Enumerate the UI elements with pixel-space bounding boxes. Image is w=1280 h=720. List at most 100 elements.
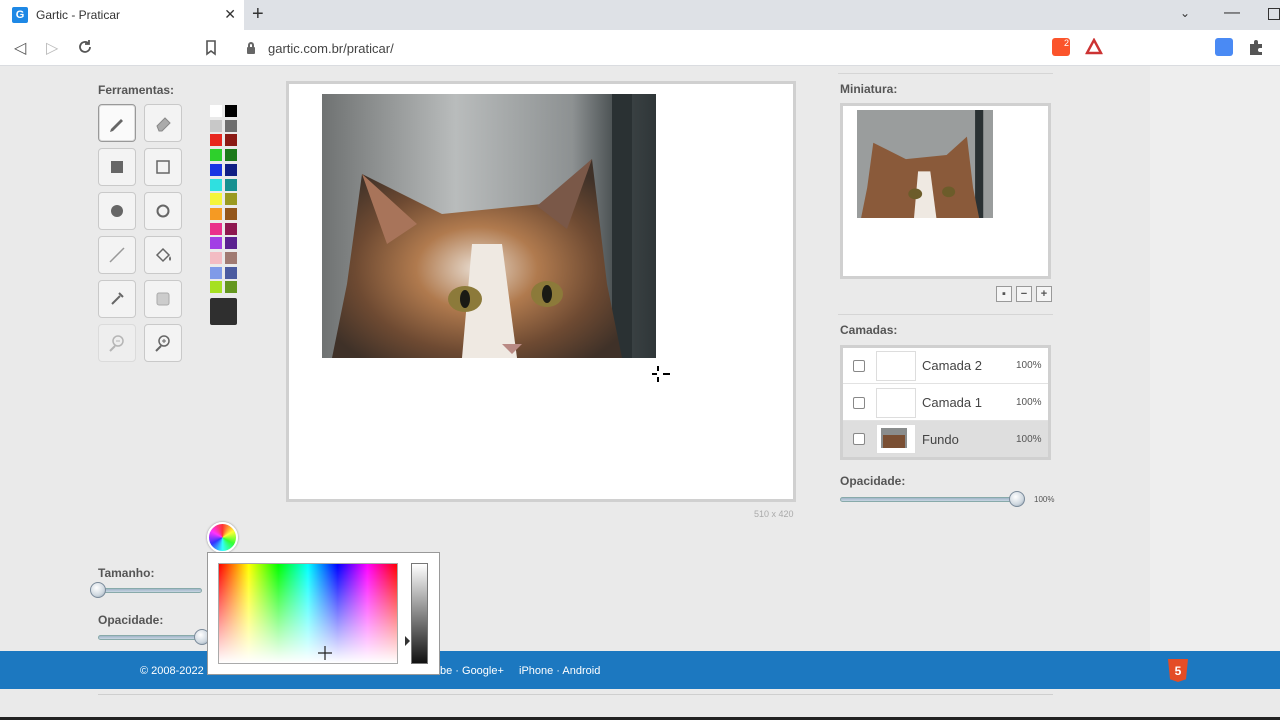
line-icon xyxy=(109,247,125,263)
picker-crosshair-icon xyxy=(318,646,332,660)
eyedropper-tool[interactable] xyxy=(98,280,136,318)
drawing-canvas[interactable] xyxy=(286,81,796,502)
line-tool[interactable] xyxy=(98,236,136,274)
gartic-page: Ferramentas: 510 x 420 Miniatura: ▪ − + … xyxy=(0,66,1280,720)
color-picker-popup xyxy=(207,552,440,675)
palette-swatch[interactable] xyxy=(225,149,237,162)
palette-swatch[interactable] xyxy=(210,163,222,176)
back-icon[interactable]: ◁ xyxy=(14,38,26,58)
palette-swatch[interactable] xyxy=(210,134,222,147)
palette-swatch[interactable] xyxy=(210,105,222,117)
color-wheel-button[interactable] xyxy=(207,522,238,553)
lock-icon xyxy=(246,42,256,54)
pencil-icon xyxy=(110,119,123,132)
brave-shields-icon[interactable]: 2 xyxy=(1052,38,1070,56)
palette-swatch[interactable] xyxy=(225,163,237,176)
pencil-tool[interactable] xyxy=(98,104,136,142)
layer-row[interactable]: Fundo 100% xyxy=(843,421,1048,457)
miniature-heading: Miniatura: xyxy=(840,82,898,96)
layer-opacity-slider[interactable] xyxy=(840,497,1020,502)
translate-icon[interactable] xyxy=(1215,38,1233,56)
palette-swatch[interactable] xyxy=(210,149,222,162)
palette-swatch[interactable] xyxy=(225,134,237,147)
palette-swatch[interactable] xyxy=(225,266,237,279)
palette-swatch[interactable] xyxy=(210,252,222,264)
layer-opacity: 100% xyxy=(1016,397,1042,408)
palette-swatch[interactable] xyxy=(225,281,237,294)
stamp-tool[interactable] xyxy=(144,280,182,318)
canvas-size-label: 510 x 420 xyxy=(754,509,794,519)
palette-swatch[interactable] xyxy=(210,178,222,191)
palette-swatch[interactable] xyxy=(225,222,237,235)
brush-size-slider-knob[interactable] xyxy=(90,582,106,598)
forward-icon[interactable]: ▷ xyxy=(46,38,58,58)
palette-swatch[interactable] xyxy=(210,281,222,294)
zoom-plus-button[interactable]: + xyxy=(1036,286,1052,302)
brave-rewards-icon[interactable] xyxy=(1085,38,1103,56)
layer-row[interactable]: Camada 2 100% xyxy=(843,348,1048,384)
palette-swatch[interactable] xyxy=(225,252,237,264)
address-bar[interactable]: gartic.com.br/praticar/ xyxy=(236,34,1110,62)
new-tab-icon[interactable]: + xyxy=(252,3,264,26)
palette-swatch[interactable] xyxy=(225,105,237,117)
layers-heading: Camadas: xyxy=(840,323,898,337)
layer-name: Camada 1 xyxy=(922,395,982,410)
square-outline-icon xyxy=(156,160,170,174)
reload-icon[interactable] xyxy=(77,39,93,55)
url-text: gartic.com.br/praticar/ xyxy=(268,40,394,56)
zoom-in-tool[interactable] xyxy=(144,324,182,362)
palette-swatch[interactable] xyxy=(210,266,222,279)
zoom-out-tool[interactable] xyxy=(98,324,136,362)
palette-swatch[interactable] xyxy=(210,207,222,220)
brush-size-slider[interactable] xyxy=(98,588,202,593)
miniature-cat-photo xyxy=(857,110,993,218)
hue-saturation-field[interactable] xyxy=(218,563,398,664)
fill-bucket-tool[interactable] xyxy=(144,236,182,274)
current-color-swatch[interactable] xyxy=(210,298,237,325)
bookmark-icon[interactable] xyxy=(205,40,217,56)
tab-search-chevron-icon[interactable]: ⌄ xyxy=(1180,6,1190,20)
brush-opacity-label: Opacidade: xyxy=(98,613,164,627)
browser-tab[interactable]: G Gartic - Praticar ✕ xyxy=(0,0,244,30)
brightness-pointer-icon xyxy=(405,636,410,646)
filled-ellipse-tool[interactable] xyxy=(98,192,136,230)
zoom-minus-button[interactable]: − xyxy=(1016,286,1032,302)
footer-app-links[interactable]: iPhone · Android xyxy=(519,665,600,677)
rectangle-outline-tool[interactable] xyxy=(144,148,182,186)
eraser-icon xyxy=(156,117,171,132)
footer: © 2008-2022 be · Google+ iPhone · Androi… xyxy=(0,651,1280,689)
layer-opacity-slider-knob[interactable] xyxy=(1009,491,1025,507)
page-right-panel xyxy=(1150,66,1280,651)
layer-visibility-checkbox[interactable] xyxy=(853,433,865,445)
palette-swatch[interactable] xyxy=(210,222,222,235)
filled-square-icon xyxy=(111,161,123,173)
palette-swatch[interactable] xyxy=(210,237,222,250)
palette-swatch[interactable] xyxy=(210,119,222,132)
browser-tab-bar: G Gartic - Praticar ✕ + ⌄ — xyxy=(0,0,1280,30)
layer-visibility-checkbox[interactable] xyxy=(853,396,865,409)
layer-visibility-checkbox[interactable] xyxy=(853,359,865,372)
palette-swatch[interactable] xyxy=(225,193,237,206)
palette-swatch[interactable] xyxy=(225,237,237,250)
window-minimize-icon[interactable]: — xyxy=(1224,4,1240,22)
brightness-bar[interactable] xyxy=(411,563,428,664)
zoom-fit-button[interactable]: ▪ xyxy=(996,286,1012,302)
palette-swatch[interactable] xyxy=(210,193,222,206)
brush-opacity-slider[interactable] xyxy=(98,635,202,640)
palette-swatch[interactable] xyxy=(225,207,237,220)
miniature-preview xyxy=(840,103,1051,279)
extensions-puzzle-icon[interactable] xyxy=(1247,38,1265,56)
palette-swatch[interactable] xyxy=(225,178,237,191)
paint-bucket-icon xyxy=(155,247,171,263)
layer-opacity: 100% xyxy=(1016,433,1042,445)
footer-social-links[interactable]: be · Google+ xyxy=(440,665,504,677)
filled-rectangle-tool[interactable] xyxy=(98,148,136,186)
window-maximize-icon[interactable] xyxy=(1268,8,1280,20)
ellipse-outline-tool[interactable] xyxy=(144,192,182,230)
palette-swatch[interactable] xyxy=(225,119,237,132)
layer-opacity-label: Opacidade: xyxy=(840,474,906,488)
layer-thumbnail xyxy=(876,350,916,381)
eraser-tool[interactable] xyxy=(144,104,182,142)
layer-row[interactable]: Camada 1 100% xyxy=(843,385,1048,421)
tab-close-icon[interactable]: ✕ xyxy=(224,6,236,23)
